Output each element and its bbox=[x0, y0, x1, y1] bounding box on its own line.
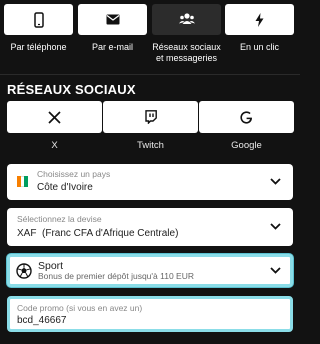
registration-method-tabs: Par téléphone Par e-mail Réseaux sociaux… bbox=[4, 4, 296, 68]
bonus-subtitle: Bonus de premier dépôt jusqu'à 110 EUR bbox=[38, 271, 194, 281]
tab-social[interactable]: Réseaux sociaux et messageries bbox=[152, 4, 221, 68]
users-icon bbox=[178, 13, 195, 24]
chevron-down-icon bbox=[270, 223, 281, 230]
envelope-icon bbox=[106, 14, 119, 25]
x-logo-icon bbox=[48, 110, 61, 124]
tab-phone-label: Par téléphone bbox=[10, 42, 67, 52]
currency-select[interactable]: Sélectionnez la devise XAF (Franc CFA d'… bbox=[7, 208, 293, 246]
bonus-select[interactable]: Sport Bonus de premier dépôt jusqu'à 110… bbox=[7, 254, 293, 287]
promo-code-input[interactable]: Code promo (si vous en avez un) bcd_4666… bbox=[7, 296, 293, 332]
tab-social-label: Réseaux sociaux et messageries bbox=[152, 42, 221, 63]
currency-value: XAF (Franc CFA d'Afrique Centrale) bbox=[17, 228, 179, 239]
google-logo-icon bbox=[240, 110, 252, 124]
social-google-button[interactable]: Google bbox=[199, 101, 294, 151]
tab-email[interactable]: Par e-mail bbox=[78, 4, 147, 68]
tab-email-label: Par e-mail bbox=[91, 42, 133, 52]
social-x-button[interactable]: X bbox=[7, 101, 102, 151]
section-title: RÉSEAUX SOCIAUX bbox=[7, 82, 136, 97]
social-twitch-label: Twitch bbox=[137, 140, 164, 151]
phone-icon bbox=[33, 11, 44, 28]
tab-phone[interactable]: Par téléphone bbox=[4, 4, 73, 68]
country-select[interactable]: Choisissez un pays Côte d'Ivoire bbox=[7, 164, 293, 200]
promo-code-label: Code promo (si vous en avez un) bbox=[17, 303, 143, 313]
chevron-down-icon bbox=[270, 178, 281, 185]
lightning-icon bbox=[255, 12, 264, 27]
cote-divoire-flag-icon bbox=[17, 176, 29, 187]
promo-code-value[interactable]: bcd_46667 bbox=[17, 315, 67, 326]
social-twitch-button[interactable]: Twitch bbox=[103, 101, 198, 151]
currency-label: Sélectionnez la devise bbox=[17, 214, 102, 224]
country-value: Côte d'Ivoire bbox=[37, 182, 93, 193]
twitch-logo-icon bbox=[145, 110, 157, 124]
country-label: Choisissez un pays bbox=[37, 169, 111, 179]
tab-one-click[interactable]: En un clic bbox=[225, 4, 294, 68]
soccer-ball-icon bbox=[16, 263, 32, 279]
chevron-down-icon bbox=[270, 266, 281, 274]
divider bbox=[0, 74, 300, 75]
social-x-label: X bbox=[51, 140, 58, 151]
tab-one-click-label: En un clic bbox=[239, 42, 280, 52]
social-google-label: Google bbox=[231, 140, 262, 151]
